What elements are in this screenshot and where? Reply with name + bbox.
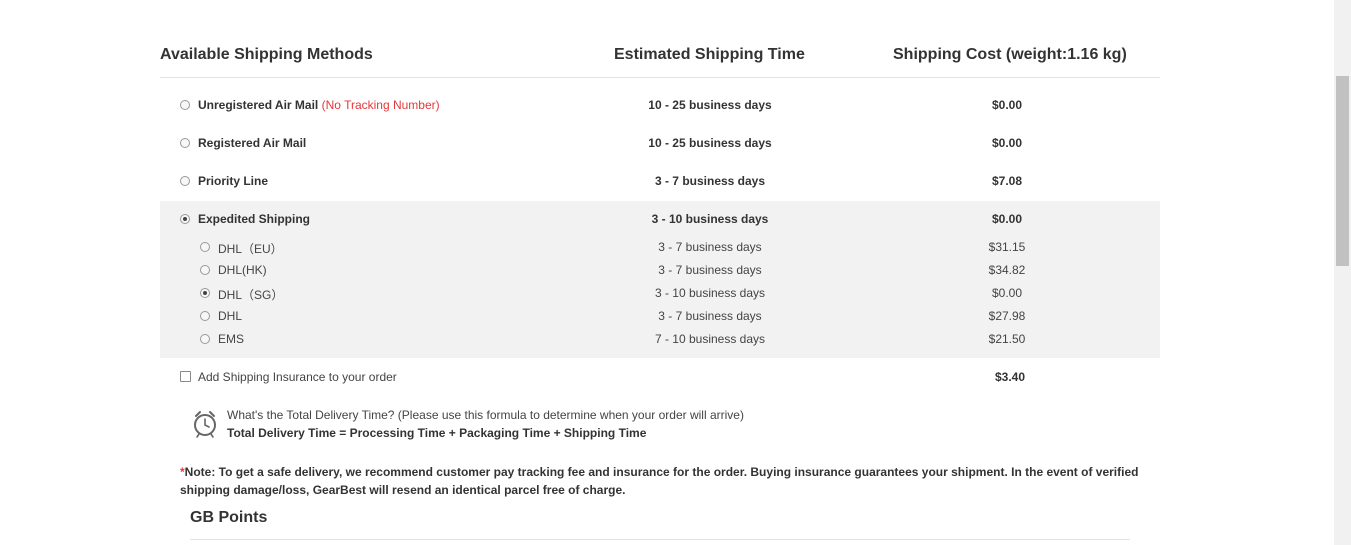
header-shipping-cost: Shipping Cost (weight:1.16 kg) bbox=[893, 46, 1127, 63]
expedited-option-time: 7 - 10 business days bbox=[654, 332, 766, 346]
expedited-option-radio[interactable] bbox=[200, 334, 210, 344]
shipping-method-label: Expedited Shipping bbox=[198, 212, 311, 226]
expedited-option-cost: $0.00 bbox=[991, 286, 1023, 300]
expedited-option-radio[interactable] bbox=[200, 265, 210, 275]
shipping-time: 10 - 25 business days bbox=[648, 98, 772, 112]
delivery-time-formula: Total Delivery Time = Processing Time + … bbox=[227, 426, 647, 440]
shipping-cost: $0.00 bbox=[991, 98, 1023, 112]
shipping-cost: $7.08 bbox=[991, 174, 1023, 188]
gb-points-title: GB Points bbox=[190, 509, 268, 526]
shipping-method-radio-selected[interactable] bbox=[180, 214, 190, 224]
page-scrollbar[interactable] bbox=[1334, 0, 1351, 545]
shipping-cost: $0.00 bbox=[991, 212, 1023, 226]
expedited-option-label: DHL(HK) bbox=[218, 263, 267, 277]
header-shipping-methods: Available Shipping Methods bbox=[160, 46, 373, 63]
shipping-method-label: Unregistered Air Mail bbox=[198, 98, 319, 112]
header-estimated-time: Estimated Shipping Time bbox=[614, 46, 805, 63]
shipping-method-label: Registered Air Mail bbox=[198, 136, 307, 150]
scrollbar-thumb[interactable] bbox=[1336, 76, 1349, 266]
shipping-time: 3 - 7 business days bbox=[654, 174, 766, 188]
expedited-option-cost: $27.98 bbox=[988, 309, 1026, 323]
expedited-option-label: DHL（SG） bbox=[218, 288, 284, 302]
shipping-cost: $0.00 bbox=[991, 136, 1023, 150]
expedited-option-label: EMS bbox=[218, 332, 245, 346]
expedited-option-time: 3 - 10 business days bbox=[654, 286, 766, 300]
shipping-method-radio[interactable] bbox=[180, 176, 190, 186]
alarm-clock-icon bbox=[194, 411, 216, 438]
expedited-option-cost: $34.82 bbox=[988, 263, 1026, 277]
expedited-option-cost: $21.50 bbox=[988, 332, 1026, 346]
shipping-insurance-cost: $3.40 bbox=[994, 370, 1026, 384]
expedited-option-cost: $31.15 bbox=[988, 240, 1026, 254]
expedited-option-time: 3 - 7 business days bbox=[658, 263, 762, 277]
shipping-note: *Note: To get a safe delivery, we recomm… bbox=[180, 463, 1150, 499]
expedited-option-radio[interactable] bbox=[200, 311, 210, 321]
shipping-insurance-label: Add Shipping Insurance to your order bbox=[198, 370, 397, 384]
no-tracking-note: (No Tracking Number) bbox=[321, 98, 440, 112]
note-text: Note: To get a safe delivery, we recomme… bbox=[180, 465, 1139, 497]
shipping-method-radio[interactable] bbox=[180, 138, 190, 148]
expedited-option-radio-selected[interactable] bbox=[200, 288, 210, 298]
gb-points-divider bbox=[190, 539, 1130, 540]
shipping-insurance-checkbox[interactable] bbox=[180, 371, 191, 382]
delivery-time-question: What's the Total Delivery Time? (Please … bbox=[227, 408, 744, 422]
expedited-option-label: DHL（EU） bbox=[218, 242, 283, 256]
shipping-method-radio[interactable] bbox=[180, 100, 190, 110]
expedited-option-label: DHL bbox=[218, 309, 243, 323]
shipping-table-header: Available Shipping Methods Estimated Shi… bbox=[160, 0, 1160, 78]
expedited-option-time: 3 - 7 business days bbox=[658, 240, 762, 254]
expedited-option-radio[interactable] bbox=[200, 242, 210, 252]
expedited-option-time: 3 - 7 business days bbox=[658, 309, 762, 323]
shipping-method-label: Priority Line bbox=[198, 174, 269, 188]
shipping-time: 3 - 10 business days bbox=[651, 212, 769, 226]
shipping-time: 10 - 25 business days bbox=[648, 136, 772, 150]
